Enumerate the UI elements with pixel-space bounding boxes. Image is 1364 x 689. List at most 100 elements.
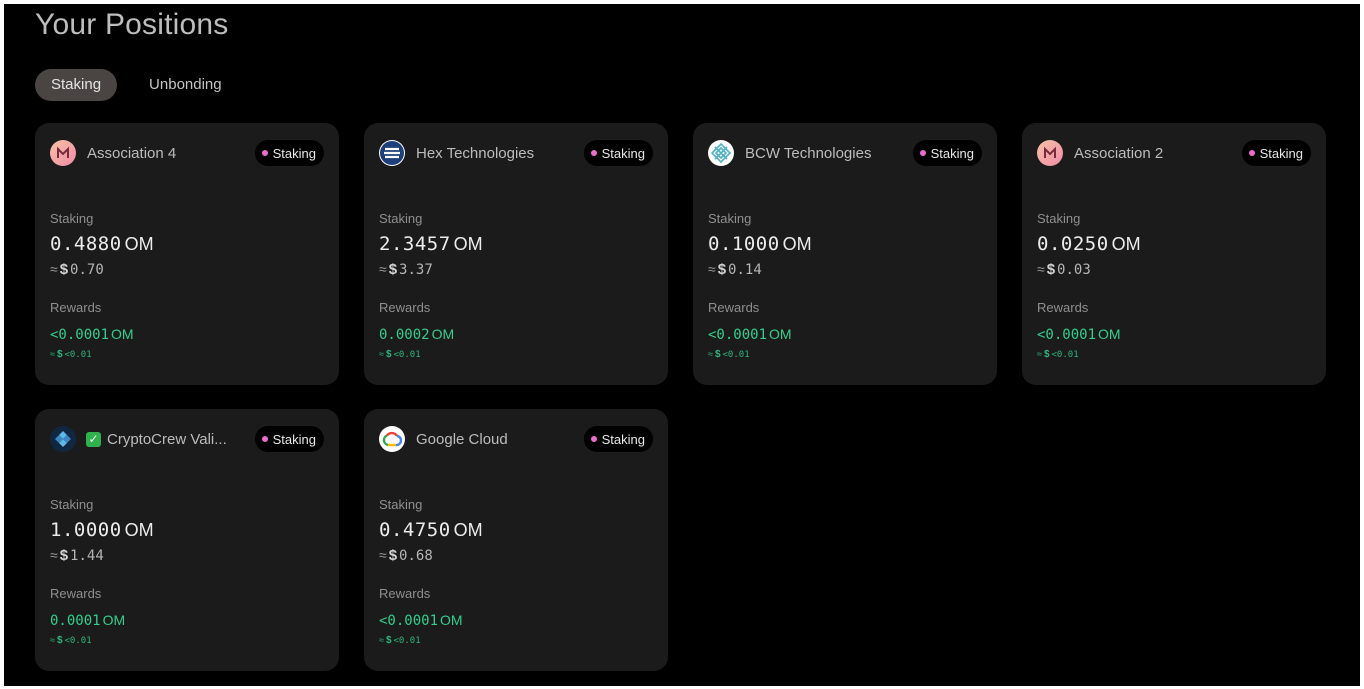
- staked-unit: OM: [453, 520, 483, 540]
- rewards-label: Rewards: [708, 300, 760, 315]
- approx-sign: ≈: [50, 261, 58, 277]
- staked-usd: ≈ $0.03: [1037, 261, 1091, 278]
- status-label: Staking: [601, 145, 645, 161]
- status-badge: Staking: [583, 426, 653, 452]
- staking-label: Staking: [50, 497, 94, 512]
- staked-usd: ≈ $3.37: [379, 261, 433, 278]
- dollar-sign: $: [388, 547, 398, 564]
- staked-amount: 2.3457 OM: [379, 233, 483, 255]
- approx-sign: ≈: [708, 261, 716, 277]
- dollar-sign: $: [385, 349, 392, 360]
- status-label: Staking: [272, 431, 316, 447]
- status-label: Staking: [1259, 145, 1303, 161]
- rewards-label: Rewards: [50, 586, 102, 601]
- validator-name: Association 4: [87, 144, 177, 162]
- mantra-m-logo-icon: [50, 140, 76, 166]
- approx-sign: ≈: [1037, 349, 1042, 359]
- staked-usd: ≈ $0.70: [50, 261, 104, 278]
- status-badge: Staking: [1241, 140, 1311, 166]
- status-dot-icon: [261, 436, 268, 442]
- dollar-sign: $: [56, 349, 63, 360]
- reward-amount: 0.0002 OM: [379, 326, 454, 343]
- position-card[interactable]: Association 4 Staking Staking 0.4880 OM ≈…: [35, 123, 339, 385]
- rewards-label: Rewards: [379, 300, 431, 315]
- staked-unit: OM: [124, 234, 154, 254]
- staked-value: 0.0250: [1037, 233, 1109, 255]
- staked-value: 1.0000: [50, 519, 122, 541]
- reward-unit: OM: [440, 612, 463, 628]
- reward-usd-value: <0.01: [393, 350, 421, 360]
- staked-unit: OM: [1111, 234, 1141, 254]
- rewards-label: Rewards: [1037, 300, 1089, 315]
- approx-sign: ≈: [379, 261, 387, 277]
- card-header: ✓ CryptoCrew Vali... Staking: [50, 425, 324, 453]
- card-header: Association 2 Staking: [1037, 139, 1311, 167]
- tab-unbonding[interactable]: Unbonding: [133, 69, 238, 101]
- status-badge: Staking: [254, 426, 324, 452]
- reward-usd: ≈ $ <0.01: [379, 635, 421, 646]
- reward-usd-value: <0.01: [1051, 350, 1079, 360]
- status-dot-icon: [590, 150, 597, 156]
- staked-usd-value: 0.14: [728, 262, 762, 278]
- status-dot-icon: [1248, 150, 1255, 156]
- staking-label: Staking: [708, 211, 752, 226]
- status-badge: Staking: [254, 140, 324, 166]
- dollar-sign: $: [714, 349, 721, 360]
- staked-usd: ≈ $0.14: [708, 261, 762, 278]
- dollar-sign: $: [1043, 349, 1050, 360]
- reward-value: <0.0001: [1037, 327, 1097, 343]
- staked-unit: OM: [453, 234, 483, 254]
- staking-label: Staking: [379, 211, 423, 226]
- status-label: Staking: [930, 145, 974, 161]
- card-header: Hex Technologies Staking: [379, 139, 653, 167]
- position-card[interactable]: Hex Technologies Staking Staking 2.3457 O…: [364, 123, 668, 385]
- status-badge: Staking: [912, 140, 982, 166]
- approx-sign: ≈: [379, 635, 384, 645]
- validator-name: Association 2: [1074, 144, 1164, 162]
- reward-usd: ≈ $ <0.01: [1037, 349, 1079, 360]
- validator-name: BCW Technologies: [745, 144, 872, 162]
- staked-amount: 0.4750 OM: [379, 519, 483, 541]
- reward-amount: 0.0001 OM: [50, 612, 125, 629]
- bcw-technologies-logo-icon: [708, 140, 734, 166]
- reward-value: <0.0001: [379, 613, 439, 629]
- reward-usd: ≈ $ <0.01: [50, 349, 92, 360]
- card-header: BCW Technologies Staking: [708, 139, 982, 167]
- reward-usd: ≈ $ <0.01: [50, 635, 92, 646]
- staked-unit: OM: [124, 520, 154, 540]
- position-card[interactable]: Google Cloud Staking Staking 0.4750 OM ≈ $…: [364, 409, 668, 671]
- mantra-m-logo-icon: [1037, 140, 1063, 166]
- staked-usd-value: 0.68: [399, 548, 433, 564]
- validator-name: Google Cloud: [416, 430, 508, 448]
- google-cloud-logo-icon: [379, 426, 405, 452]
- reward-value: <0.0001: [708, 327, 768, 343]
- dollar-sign: $: [59, 547, 69, 564]
- reward-usd-value: <0.01: [393, 636, 421, 646]
- position-card[interactable]: Association 2 Staking Staking 0.0250 OM ≈…: [1022, 123, 1326, 385]
- staked-amount: 0.0250 OM: [1037, 233, 1141, 255]
- reward-value: <0.0001: [50, 327, 110, 343]
- tab-staking[interactable]: Staking: [35, 69, 118, 101]
- staked-value: 2.3457: [379, 233, 451, 255]
- status-label: Staking: [601, 431, 645, 447]
- reward-amount: <0.0001 OM: [1037, 326, 1121, 343]
- staked-usd-value: 3.37: [399, 262, 433, 278]
- status-dot-icon: [590, 436, 597, 442]
- staked-unit: OM: [782, 234, 812, 254]
- approx-sign: ≈: [379, 547, 387, 563]
- staked-usd-value: 0.70: [70, 262, 104, 278]
- dollar-sign: $: [59, 261, 69, 278]
- reward-unit: OM: [111, 326, 134, 342]
- position-card[interactable]: ✓ CryptoCrew Vali... Staking Staking 1.0…: [35, 409, 339, 671]
- staked-amount: 0.4880 OM: [50, 233, 154, 255]
- reward-unit: OM: [1098, 326, 1121, 342]
- validator-name: Hex Technologies: [416, 144, 535, 162]
- reward-usd: ≈ $ <0.01: [379, 349, 421, 360]
- approx-sign: ≈: [50, 349, 55, 359]
- approx-sign: ≈: [50, 635, 55, 645]
- reward-amount: <0.0001 OM: [50, 326, 134, 343]
- reward-value: 0.0001: [50, 613, 101, 629]
- position-card[interactable]: BCW Technologies Staking Staking 0.1000 O…: [693, 123, 997, 385]
- staking-label: Staking: [1037, 211, 1081, 226]
- staked-usd-value: 0.03: [1057, 262, 1091, 278]
